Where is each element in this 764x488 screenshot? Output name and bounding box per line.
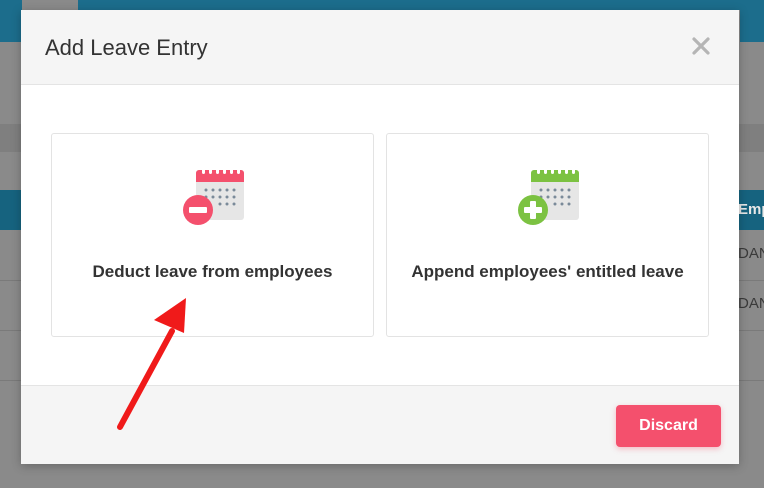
background-table-cell: DAN [738, 295, 764, 312]
background-top-bar-right [740, 0, 764, 42]
background-top-bar-left [0, 0, 22, 42]
background-table-header-text: Emp [738, 201, 764, 218]
discard-button[interactable]: Discard [616, 405, 721, 447]
append-leave-label: Append employees' entitled leave [411, 262, 684, 281]
close-icon [692, 37, 710, 55]
close-button[interactable] [689, 34, 713, 58]
modal-title: Add Leave Entry [45, 35, 208, 60]
deduct-leave-label: Deduct leave from employees [92, 262, 333, 281]
append-leave-option[interactable]: Append employees' entitled leave [386, 133, 709, 337]
deduct-leave-option[interactable]: Deduct leave from employees [51, 133, 374, 337]
modal-header: Add Leave Entry [21, 10, 739, 85]
modal-body: Deduct leave from employees Append emplo… [21, 85, 739, 385]
calendar-minus-icon [182, 164, 246, 226]
background-table-cell: DAN [738, 245, 764, 262]
calendar-plus-icon [517, 164, 581, 226]
add-leave-entry-modal: Add Leave Entry Deduct leave from employ… [21, 10, 739, 464]
background-top-bar-strip [78, 0, 764, 10]
modal-footer: Discard [21, 385, 739, 464]
